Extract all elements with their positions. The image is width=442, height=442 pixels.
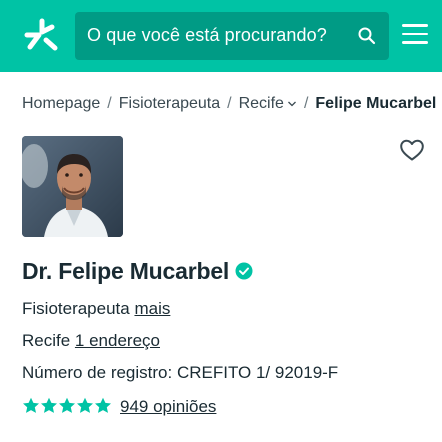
doctoralia-logo-icon[interactable] xyxy=(22,18,60,54)
specialty-line: Fisioterapeuta mais xyxy=(22,299,170,319)
breadcrumb-item-current: Felipe Mucarbel xyxy=(315,95,437,112)
heart-outline-icon[interactable] xyxy=(399,138,425,162)
doctor-name-text: Dr. Felipe Mucarbel xyxy=(22,258,230,284)
star-icon xyxy=(23,397,39,413)
breadcrumb-item-homepage[interactable]: Homepage xyxy=(22,95,100,112)
rating-stars[interactable] xyxy=(22,397,112,419)
search-input[interactable]: O que você está procurando? xyxy=(75,12,389,60)
star-icon xyxy=(59,397,75,413)
city-text: Recife xyxy=(22,331,71,350)
breadcrumb-separator: / xyxy=(227,95,232,112)
chevron-down-icon xyxy=(287,101,296,107)
breadcrumb-separator: / xyxy=(107,95,112,112)
search-placeholder: O que você está procurando? xyxy=(87,25,327,45)
specialty-text: Fisioterapeuta xyxy=(22,299,130,318)
addresses-link[interactable]: 1 endereço xyxy=(75,331,160,350)
verified-check-icon xyxy=(235,262,253,280)
breadcrumb-city-label: Recife xyxy=(238,95,284,112)
address-line: Recife 1 endereço xyxy=(22,331,160,351)
star-icon xyxy=(95,397,111,413)
star-icon xyxy=(41,397,57,413)
hamburger-menu-icon[interactable] xyxy=(402,24,428,46)
breadcrumb-item-city[interactable]: Recife xyxy=(239,95,297,112)
doctor-avatar xyxy=(22,136,123,237)
registration-number: Número de registro: CREFITO 1/ 92019-F xyxy=(22,363,339,382)
reviews-link[interactable]: 949 opiniões xyxy=(120,397,216,416)
rating-line: 949 opiniões xyxy=(22,397,216,419)
doctor-name: Dr. Felipe Mucarbel xyxy=(22,258,253,285)
breadcrumb: Homepage / Fisioterapeuta / Recife / Felipe Mu… xyxy=(22,95,442,117)
top-header: O que você está procurando? xyxy=(0,0,442,72)
specialty-more-link[interactable]: mais xyxy=(134,299,170,318)
breadcrumb-separator: / xyxy=(303,95,309,112)
search-icon[interactable] xyxy=(357,26,377,46)
star-icon xyxy=(77,397,93,413)
breadcrumb-item-specialty[interactable]: Fisioterapeuta xyxy=(119,95,220,112)
